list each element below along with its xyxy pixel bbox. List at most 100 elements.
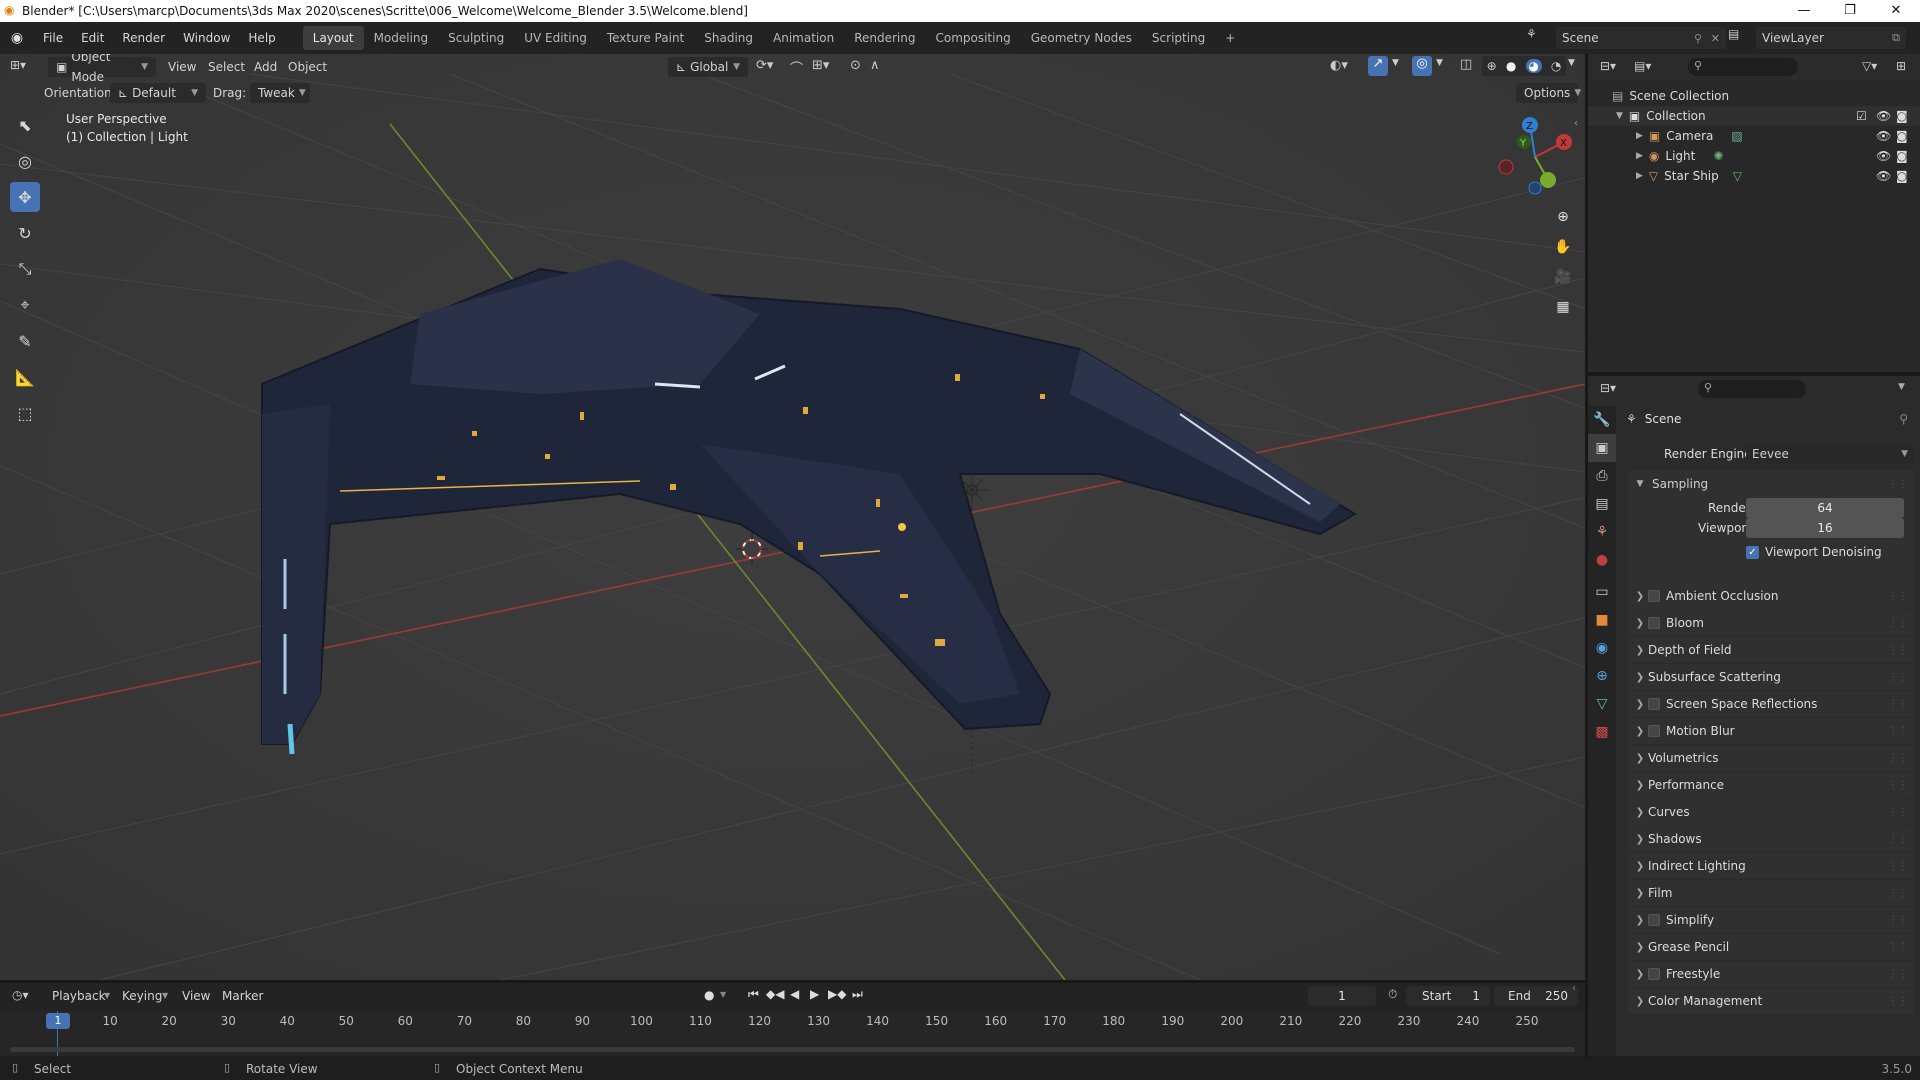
blender-menu-icon[interactable]: ◉ <box>0 30 34 46</box>
scene-selector[interactable]: Scene ⚲ ✕ <box>1556 27 1726 49</box>
world-tab-icon[interactable]: ● <box>1588 546 1616 574</box>
drag-handle-icon[interactable]: ⋮⋮ <box>1888 479 1908 490</box>
viewlayer-icon[interactable]: ▤ <box>1728 27 1739 41</box>
camera-view-icon[interactable]: 🎥 <box>1550 264 1576 290</box>
material-shading-icon[interactable]: ◕ <box>1525 59 1542 73</box>
drag-handle-icon[interactable]: ⋮⋮ <box>1888 753 1908 764</box>
panel-shadows[interactable]: ❯ Shadows ⋮⋮ <box>1628 826 1914 852</box>
panel-film[interactable]: ❯ Film ⋮⋮ <box>1628 880 1914 906</box>
jump-start-icon[interactable]: ⏮ <box>748 987 759 1002</box>
expand-arrow-icon[interactable]: ▶ <box>1636 151 1643 161</box>
drag-handle-icon[interactable]: ⋮⋮ <box>1888 699 1908 710</box>
scene-selector-icon[interactable]: ⚘ <box>1526 27 1537 41</box>
maximize-button[interactable]: ❐ <box>1830 0 1870 22</box>
next-keyframe-icon[interactable]: ▶◆ <box>828 987 846 1001</box>
panel-performance[interactable]: ❯ Performance ⋮⋮ <box>1628 772 1914 798</box>
panel-checkbox[interactable] <box>1648 725 1660 737</box>
snap-icon[interactable]: ⌒ <box>790 58 803 77</box>
drag-handle-icon[interactable]: ⋮⋮ <box>1888 780 1908 791</box>
object-tab-icon[interactable]: ■ <box>1588 606 1616 634</box>
texture-tab-icon[interactable]: ▩ <box>1588 718 1616 746</box>
panel-freestyle[interactable]: ❯ Freestyle ⋮⋮ <box>1628 961 1914 987</box>
new-viewlayer-icon[interactable]: ⧉ <box>1892 31 1900 45</box>
end-frame-field[interactable]: End 250 <box>1494 986 1578 1006</box>
chevron-down-icon[interactable]: ▼ <box>104 991 110 1000</box>
render-camera-icon[interactable]: ◙ <box>1896 149 1908 163</box>
panel-checkbox[interactable] <box>1648 968 1660 980</box>
tab-sculpting[interactable]: Sculpting <box>438 26 514 50</box>
timeline-track-area[interactable]: 10 20 30 40 50 60 70 80 90 100 110 120 130 140 150 160 1… <box>0 1011 1585 1056</box>
panel-color-management[interactable]: ❯ Color Management ⋮⋮ <box>1628 988 1914 1014</box>
chevron-down-icon[interactable]: ▼ <box>720 990 726 999</box>
xray-icon[interactable]: ◫ <box>1460 57 1472 72</box>
perspective-toggle-icon[interactable]: ▦ <box>1550 294 1576 320</box>
tab-animation[interactable]: Animation <box>763 26 844 50</box>
drag-dropdown[interactable]: Tweak ▼ <box>250 83 310 103</box>
outliner-row-star-ship[interactable]: ▶ ▽ Star Ship ▽ 👁 ◙ <box>1588 166 1920 186</box>
measure-tool-icon[interactable]: 📐 <box>10 362 40 392</box>
panel-checkbox[interactable] <box>1648 590 1660 602</box>
tab-layout[interactable]: Layout <box>302 26 364 50</box>
menu-window[interactable]: Window <box>174 26 239 50</box>
area-separator-right[interactable] <box>1588 372 1920 376</box>
outliner-type-icon[interactable]: ⊟▾ <box>1600 59 1616 73</box>
area-separator-vertical[interactable] <box>1585 54 1588 1058</box>
drag-handle-icon[interactable]: ⋮⋮ <box>1888 969 1908 980</box>
viewlayer-selector[interactable]: ViewLayer ⧉ <box>1756 27 1906 49</box>
panel-subsurface-scattering[interactable]: ❯ Subsurface Scattering ⋮⋮ <box>1628 664 1914 690</box>
jump-end-icon[interactable]: ⏭ <box>852 987 863 1002</box>
drag-handle-icon[interactable]: ⋮⋮ <box>1888 834 1908 845</box>
expand-arrow-icon[interactable]: ▼ <box>1616 111 1623 121</box>
snap-target-icon[interactable]: ⊞▾ <box>812 58 829 73</box>
rotate-tool-icon[interactable]: ↻ <box>10 218 40 248</box>
scale-tool-icon[interactable]: ⤡ <box>10 254 40 284</box>
tab-geometry-nodes[interactable]: Geometry Nodes <box>1021 26 1142 50</box>
solid-shading-icon[interactable]: ● <box>1506 59 1516 73</box>
scene-tab-icon[interactable]: ⚘ <box>1588 518 1616 546</box>
stopwatch-icon[interactable]: ⏱ <box>1388 987 1397 1002</box>
pin-icon[interactable]: ⚲ <box>1694 32 1702 45</box>
viewport-denoising-checkbox[interactable]: ✓ Viewport Denoising <box>1746 545 1882 559</box>
tab-modeling[interactable]: Modeling <box>364 26 439 50</box>
timeline-scrollbar[interactable] <box>10 1047 1575 1052</box>
chevron-down-icon[interactable]: ▼ <box>1568 58 1575 68</box>
rendered-shading-icon[interactable]: ◔ <box>1551 59 1561 73</box>
add-workspace-button[interactable]: + <box>1215 26 1245 50</box>
navigation-gizmo[interactable]: X Y Z <box>1490 112 1580 202</box>
render-samples-field[interactable]: 64 <box>1746 498 1904 518</box>
panel-simplify[interactable]: ❯ Simplify ⋮⋮ <box>1628 907 1914 933</box>
tab-rendering[interactable]: Rendering <box>844 26 925 50</box>
constraints-tab-icon[interactable]: ⊕ <box>1588 662 1616 690</box>
eye-icon[interactable]: 👁 <box>1876 129 1891 143</box>
panel-bloom[interactable]: ❯ Bloom ⋮⋮ <box>1628 610 1914 636</box>
mode-selector[interactable]: ▣ Object Mode ▼ <box>48 54 156 84</box>
current-frame-field[interactable]: 1 <box>1308 986 1376 1006</box>
pin-icon[interactable]: ⚲ <box>1899 412 1908 426</box>
drag-handle-icon[interactable]: ⋮⋮ <box>1888 942 1908 953</box>
chevron-down-icon[interactable]: ▼ <box>1436 58 1443 68</box>
play-reverse-icon[interactable]: ◀ <box>790 987 799 1001</box>
display-mode-icon[interactable]: ▤▾ <box>1634 59 1651 73</box>
tab-scripting[interactable]: Scripting <box>1142 26 1215 50</box>
orientation-dropdown[interactable]: ⊾ Default ▼ <box>110 83 206 103</box>
drag-handle-icon[interactable]: ⋮⋮ <box>1888 726 1908 737</box>
filter-icon[interactable]: ▽▾ <box>1862 59 1877 73</box>
overlay-toggle-icon[interactable]: ◎ <box>1412 56 1432 76</box>
area-separator-horizontal[interactable] <box>0 980 1585 983</box>
viewport-menu-select[interactable]: Select <box>208 60 245 74</box>
record-icon[interactable]: ● <box>704 988 714 1002</box>
view-layer-tab-icon[interactable]: ▤ <box>1588 490 1616 518</box>
viewport-samples-field[interactable]: 16 <box>1746 518 1904 538</box>
proportional-edit-icon[interactable]: ⊙ <box>850 58 861 73</box>
tab-uv-editing[interactable]: UV Editing <box>514 26 597 50</box>
drag-handle-icon[interactable]: ⋮⋮ <box>1888 861 1908 872</box>
close-button[interactable]: ✕ <box>1876 0 1916 22</box>
eye-icon[interactable]: 👁 <box>1876 149 1891 163</box>
menu-edit[interactable]: Edit <box>72 26 113 50</box>
editor-type-icon[interactable]: ⊞▾ <box>10 58 38 76</box>
render-camera-icon[interactable]: ◙ <box>1896 109 1908 123</box>
pivot-point-icon[interactable]: ⟳▾ <box>756 58 773 73</box>
sidebar-toggle-icon[interactable]: ‹ <box>1574 118 1578 129</box>
viewport-menu-add[interactable]: Add <box>254 60 277 74</box>
timeline-menu-keying[interactable]: Keying <box>122 989 162 1003</box>
